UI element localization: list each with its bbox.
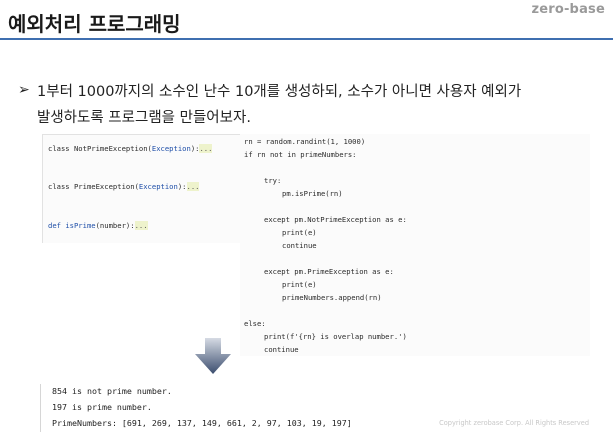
code-line-prime-class: class PrimeException(Exception):... [48,182,200,191]
bullet-arrow-icon: ➢ [18,82,30,98]
code-params: (number): [95,221,135,230]
code-line: primeNumbers.append(rn) [282,293,382,302]
code-base-class: Exception [151,144,191,153]
code-function-name: isPrime [65,221,96,230]
folded-code-ellipsis[interactable]: ... [199,144,213,153]
code-base-class: Exception [138,182,178,191]
code-class-name: NotPrimeException [73,144,148,153]
output-line: 197 is prime number. [52,402,152,412]
folded-code-ellipsis[interactable]: ... [134,221,148,230]
code-line: rn = random.randint(1, 1000) [244,137,366,146]
code-line-isprime-def: def isPrime(number):... [48,221,148,230]
code-line: print(e) [282,280,317,289]
code-line: try: [264,176,282,185]
output-line: PrimeNumbers: [691, 269, 137, 149, 661, … [52,418,352,428]
code-keyword: class [48,144,70,153]
code-line: except pm.NotPrimeException as e: [264,215,407,224]
brand-logo: zero-base [531,2,605,17]
task-description-line-1: 1부터 1000까지의 소수인 난수 10개를 생성하되, 소수가 아니면 사용… [37,84,522,100]
code-line: except pm.PrimeException as e: [264,267,394,276]
code-line-notprime-class: class NotPrimeException(Exception):... [48,144,213,153]
title-divider [0,38,613,40]
code-line: else: [244,319,266,328]
copyright-notice: Copyright zerobase Corp. All Rights Rese… [439,419,589,427]
output-indicator [40,384,41,432]
exception-definitions-code: class NotPrimeException(Exception):... c… [42,134,241,243]
code-line: pm.isPrime(rn) [282,189,343,198]
code-keyword: class [48,182,70,191]
output-line: 854 is not prime number. [52,386,172,396]
console-output: 854 is not prime number. 197 is prime nu… [42,383,382,433]
code-line: if rn not in primeNumbers: [244,150,357,159]
task-description-line-2: 발생하도록 프로그램을 만들어보자. [37,110,251,126]
code-keyword: def [48,221,61,230]
code-class-name: PrimeException [73,182,135,191]
code-line: print(f'{rn} is overlap number.') [264,332,407,341]
down-arrow-icon [195,338,231,374]
code-line: continue [264,345,299,354]
main-loop-code: rn = random.randint(1, 1000) if rn not i… [240,134,590,356]
folded-code-ellipsis[interactable]: ... [186,182,200,191]
code-punct: ): [177,182,187,191]
code-line: continue [282,241,317,250]
code-line: print(e) [282,228,317,237]
page-title: 예외처리 프로그래밍 [8,12,181,36]
